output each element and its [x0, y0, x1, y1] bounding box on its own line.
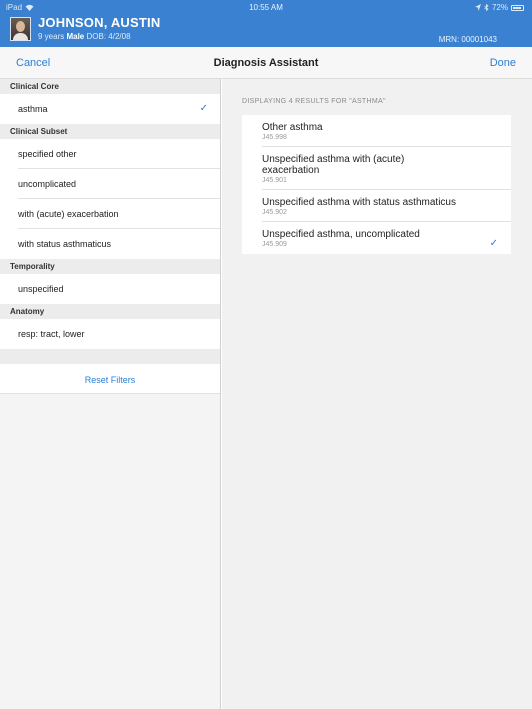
section-header-clinical-core: Clinical Core [0, 79, 220, 94]
results-list: Other asthma J45.998 Unspecified asthma … [242, 115, 511, 254]
patient-age: 9 years [38, 32, 65, 41]
results-count-header: DISPLAYING 4 RESULTS FOR "ASTHMA" [242, 98, 386, 105]
patient-demographics: 9 years Male DOB: 4/2/08 [38, 32, 131, 41]
filter-item-label: specified other [18, 149, 77, 159]
result-row-selected[interactable]: Unspecified asthma, uncomplicated J45.90… [242, 222, 511, 254]
result-code: J45.902 [262, 209, 287, 216]
patient-name[interactable]: JOHNSON, AUSTIN [38, 15, 160, 30]
result-title: Unspecified asthma with status asthmatic… [262, 197, 456, 208]
results-panel: DISPLAYING 4 RESULTS FOR "ASTHMA" Other … [222, 79, 532, 709]
filter-item-unspecified[interactable]: unspecified [0, 274, 220, 304]
filter-item-label: with status asthmaticus [18, 239, 112, 249]
result-code: J45.909 [262, 241, 287, 248]
location-icon [474, 4, 481, 11]
filter-item-label: uncomplicated [18, 179, 77, 189]
done-button[interactable]: Done [490, 57, 516, 69]
filter-item-label: with (acute) exacerbation [18, 209, 119, 219]
filter-item-uncomplicated[interactable]: uncomplicated [0, 169, 220, 199]
patient-dob: DOB: 4/2/08 [86, 32, 131, 41]
status-right: 72% [474, 3, 524, 12]
filter-item-resp-tract-lower[interactable]: resp: tract, lower [0, 319, 220, 349]
filter-panel: Clinical Core asthma ✓ Clinical Subset s… [0, 79, 221, 709]
section-header-clinical-subset: Clinical Subset [0, 124, 220, 139]
filter-item-asthma[interactable]: asthma ✓ [0, 94, 220, 124]
section-header-temporality: Temporality [0, 259, 220, 274]
result-row[interactable]: Unspecified asthma with status asthmatic… [242, 190, 511, 222]
navigation-bar: Cancel Diagnosis Assistant Done [0, 47, 532, 79]
result-row[interactable]: Other asthma J45.998 [242, 115, 511, 147]
result-title: Unspecified asthma with (acute) exacerba… [262, 154, 405, 176]
filter-item-specified-other[interactable]: specified other [0, 139, 220, 169]
section-divider [0, 349, 220, 364]
page-title: Diagnosis Assistant [213, 57, 319, 69]
section-header-anatomy: Anatomy [0, 304, 220, 319]
bluetooth-icon [484, 4, 489, 11]
checkmark-icon: ✓ [199, 103, 208, 114]
filter-item-label: asthma [18, 104, 48, 114]
battery-percent: 72% [491, 3, 508, 12]
result-title: Other asthma [262, 122, 323, 133]
result-title: Unspecified asthma, uncomplicated [262, 229, 420, 240]
filter-item-status-asthmaticus[interactable]: with status asthmaticus [0, 229, 220, 259]
result-row[interactable]: Unspecified asthma with (acute) exacerba… [242, 147, 511, 190]
result-code: J45.998 [262, 134, 287, 141]
filter-item-acute-exacerbation[interactable]: with (acute) exacerbation [0, 199, 220, 229]
patient-avatar[interactable] [10, 17, 31, 41]
result-code: J45.901 [262, 177, 287, 184]
patient-sex: Male [66, 32, 85, 41]
filter-item-label: resp: tract, lower [18, 329, 85, 339]
patient-mrn: MRN: 00001043 [438, 35, 497, 44]
filter-item-label: unspecified [18, 284, 64, 294]
reset-filters-button[interactable]: Reset Filters [0, 364, 220, 394]
patient-header: iPad 10:55 AM 72% JOHNSON, AUSTIN 9 year… [0, 0, 532, 47]
status-time: 10:55 AM [249, 3, 283, 12]
battery-icon [511, 4, 524, 11]
checkmark-icon: ✓ [489, 238, 498, 249]
